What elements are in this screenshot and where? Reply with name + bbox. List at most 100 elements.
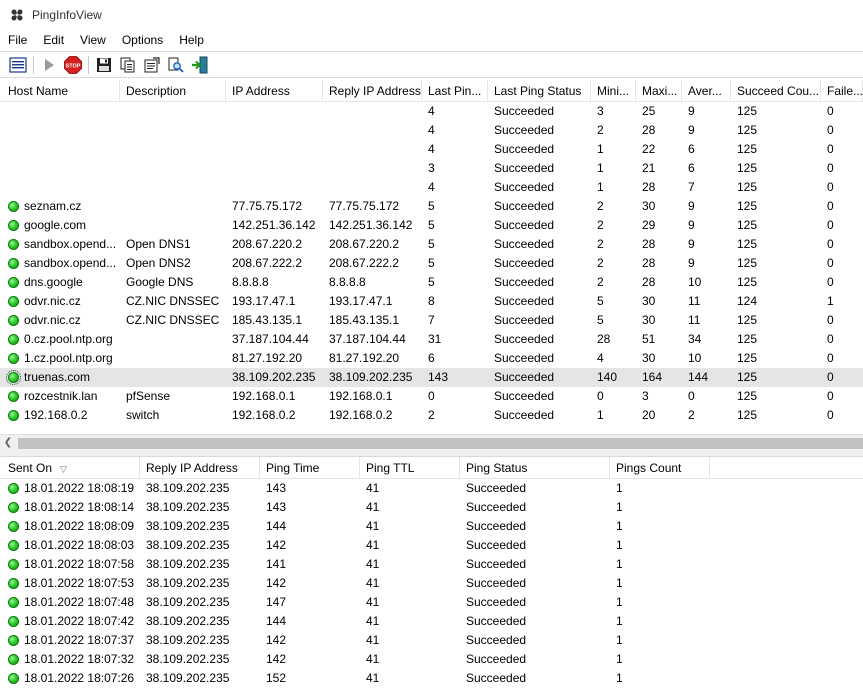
properties-list-button[interactable]: [8, 55, 28, 75]
cell-faile: 0: [827, 142, 834, 156]
host-row[interactable]: sandbox.opend... Open DNS1 208.67.220.2 208…: [0, 235, 863, 254]
column-header-sent-on[interactable]: Sent On ▽: [0, 457, 140, 479]
host-row[interactable]: 4 Succeeded 2 28 9 125 0: [0, 121, 863, 140]
column-header-description[interactable]: Description: [120, 80, 226, 102]
column-header-last-ping-status[interactable]: Last Ping Status: [488, 80, 591, 102]
column-header-last-pin[interactable]: Last Pin...: [422, 80, 488, 102]
sent-on-text: 18.01.2022 18:07:48: [24, 595, 135, 609]
host-row[interactable]: google.com 142.251.36.142 142.251.36.142 5 S…: [0, 216, 863, 235]
cell-aver: 9: [688, 237, 695, 251]
start-ping-button[interactable]: [39, 55, 59, 75]
history-row[interactable]: 18.01.2022 18:07:58 38.109.202.235 141 41 Su…: [0, 555, 863, 574]
column-header-ping-status[interactable]: Ping Status: [460, 457, 610, 479]
host-name-text: truenas.com: [24, 370, 91, 384]
host-row[interactable]: 1.cz.pool.ntp.org 81.27.192.20 81.27.192.2…: [0, 349, 863, 368]
history-row[interactable]: 18.01.2022 18:07:26 38.109.202.235 152 41 Su…: [0, 669, 863, 688]
ping-history-list[interactable]: Sent On ▽ Reply IP Address Ping Time Ping TT…: [0, 457, 863, 694]
cell-succeed-cou: 125: [737, 142, 758, 156]
cell-maxi: 30: [642, 351, 656, 365]
sent-on-text: 18.01.2022 18:07:53: [24, 576, 135, 590]
stop-ping-button[interactable]: STOP: [63, 55, 83, 75]
cell-last-ping-status: Succeeded: [494, 351, 555, 365]
cell-ip-address: 193.17.47.1: [232, 294, 296, 308]
host-row[interactable]: odvr.nic.cz CZ.NIC DNSSEC 193.17.47.1 193.1…: [0, 292, 863, 311]
cell-ping-status: Succeeded: [466, 557, 527, 571]
host-row[interactable]: 192.168.0.2 switch 192.168.0.2 192.168.0.2 2…: [0, 406, 863, 425]
column-header-faile[interactable]: Faile...: [821, 80, 863, 102]
cell-maxi: 30: [642, 199, 656, 213]
column-header-aver[interactable]: Aver...: [682, 80, 731, 102]
find-button[interactable]: [166, 55, 186, 75]
host-row[interactable]: sandbox.opend... Open DNS2 208.67.222.2 208…: [0, 254, 863, 273]
history-row[interactable]: 18.01.2022 18:08:14 38.109.202.235 143 41 Su…: [0, 498, 863, 517]
history-row[interactable]: 18.01.2022 18:07:37 38.109.202.235 142 41 Su…: [0, 631, 863, 650]
host-row[interactable]: truenas.com 38.109.202.235 38.109.202.235 1…: [0, 368, 863, 387]
scrollbar-thumb[interactable]: [18, 438, 863, 449]
copy-button[interactable]: [118, 55, 138, 75]
cell-last-ping-status: Succeeded: [494, 370, 555, 384]
cell-ip-address: 77.75.75.172: [232, 199, 303, 213]
cell-reply-ip-address: 38.109.202.235: [146, 595, 230, 609]
menu-help[interactable]: Help: [171, 30, 212, 50]
cell-last-pin: 0: [428, 389, 435, 403]
hosts-list[interactable]: Host Name Description IP Address Reply IP A…: [0, 80, 863, 434]
cell-reply-ip-address: 38.109.202.235: [146, 652, 230, 666]
column-header-pings-count[interactable]: Pings Count: [610, 457, 710, 479]
cell-ping-ttl: 41: [366, 557, 380, 571]
cell-succeed-cou: 125: [737, 351, 758, 365]
cell-ping-time: 142: [266, 633, 287, 647]
host-row[interactable]: dns.google Google DNS 8.8.8.8 8.8.8.8 5 Succe…: [0, 273, 863, 292]
cell-maxi: 22: [642, 142, 656, 156]
column-header-mini[interactable]: Mini...: [591, 80, 636, 102]
cell-last-ping-status: Succeeded: [494, 389, 555, 403]
cell-last-ping-status: Succeeded: [494, 199, 555, 213]
cell-description: [120, 140, 226, 159]
history-row[interactable]: 18.01.2022 18:08:03 38.109.202.235 142 41 Su…: [0, 536, 863, 555]
cell-faile: 1: [827, 294, 834, 308]
host-row[interactable]: 4 Succeeded 1 28 7 125 0: [0, 178, 863, 197]
host-row[interactable]: 4 Succeeded 1 22 6 125 0: [0, 140, 863, 159]
column-header-ping-ttl[interactable]: Ping TTL: [360, 457, 460, 479]
cell-ping-status: Succeeded: [466, 500, 527, 514]
cell-pings-count: 1: [616, 481, 623, 495]
host-row[interactable]: seznam.cz 77.75.75.172 77.75.75.172 5 Succee…: [0, 197, 863, 216]
host-row[interactable]: 4 Succeeded 3 25 9 125 0: [0, 102, 863, 121]
cell-last-pin: 7: [428, 313, 435, 327]
column-header-ping-time[interactable]: Ping Time: [260, 457, 360, 479]
sent-on-text: 18.01.2022 18:07:37: [24, 633, 135, 647]
history-row[interactable]: 18.01.2022 18:07:42 38.109.202.235 144 41 Su…: [0, 612, 863, 631]
cell-ping-time: 142: [266, 652, 287, 666]
history-row[interactable]: 18.01.2022 18:08:09 38.109.202.235 144 41 Su…: [0, 517, 863, 536]
column-header-succeed-cou[interactable]: Succeed Cou...: [731, 80, 821, 102]
save-button[interactable]: [94, 55, 114, 75]
cell-mini: 2: [597, 199, 604, 213]
host-row[interactable]: 0.cz.pool.ntp.org 37.187.104.44 37.187.104…: [0, 330, 863, 349]
hosts-horizontal-scrollbar[interactable]: ❮: [0, 434, 863, 451]
cell-mini: 1: [597, 408, 604, 422]
menu-edit[interactable]: Edit: [35, 30, 72, 50]
cell-reply-ip-address: 38.109.202.235: [146, 633, 230, 647]
column-header-reply-ip-address[interactable]: Reply IP Address: [323, 80, 422, 102]
column-header-ip-address[interactable]: IP Address: [226, 80, 323, 102]
host-row[interactable]: rozcestnik.lan pfSense 192.168.0.1 192.168.…: [0, 387, 863, 406]
column-header-maxi[interactable]: Maxi...: [636, 80, 682, 102]
host-row[interactable]: 3 Succeeded 1 21 6 125 0: [0, 159, 863, 178]
host-name-cell: [0, 121, 120, 140]
cell-mini: 140: [597, 370, 618, 384]
host-row[interactable]: odvr.nic.cz CZ.NIC DNSSEC 185.43.135.1 185.…: [0, 311, 863, 330]
scroll-left-icon[interactable]: ❮: [2, 437, 14, 449]
exit-button[interactable]: [190, 55, 210, 75]
menu-file[interactable]: File: [0, 30, 35, 50]
properties-button[interactable]: [142, 55, 162, 75]
svg-text:STOP: STOP: [66, 63, 81, 69]
history-row[interactable]: 18.01.2022 18:07:32 38.109.202.235 142 41 Su…: [0, 650, 863, 669]
history-row[interactable]: 18.01.2022 18:07:48 38.109.202.235 147 41 Su…: [0, 593, 863, 612]
cell-mini: 1: [597, 142, 604, 156]
column-header-host-name[interactable]: Host Name: [0, 80, 120, 102]
menu-options[interactable]: Options: [114, 30, 171, 50]
history-row[interactable]: 18.01.2022 18:08:19 38.109.202.235 143 41 Su…: [0, 479, 863, 498]
history-row[interactable]: 18.01.2022 18:07:53 38.109.202.235 142 41 Su…: [0, 574, 863, 593]
menu-view[interactable]: View: [72, 30, 114, 50]
column-header-reply-ip-address[interactable]: Reply IP Address: [140, 457, 260, 479]
host-name-cell: [0, 140, 120, 159]
